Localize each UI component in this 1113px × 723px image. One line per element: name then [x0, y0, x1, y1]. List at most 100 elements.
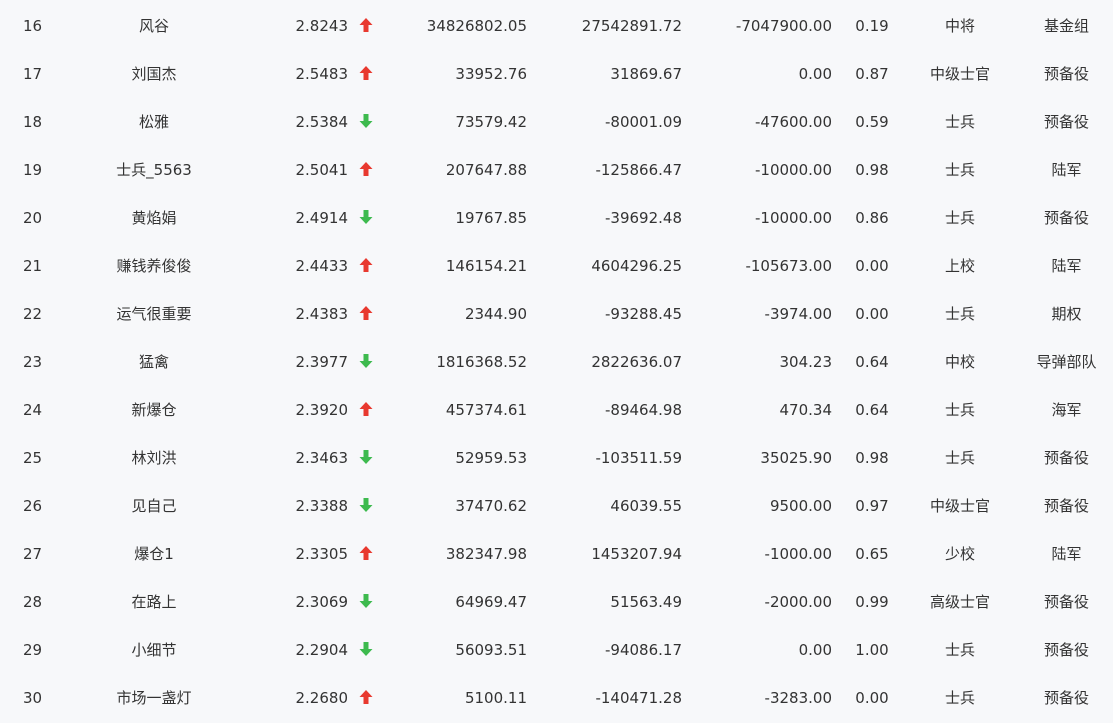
group-cell: 基金组 [1043, 17, 1089, 35]
value-1-cell: 5100.11 [464, 689, 527, 707]
value-1-cell: 19767.85 [455, 209, 527, 227]
name-cell: 猛禽 [138, 353, 169, 371]
value-3-cell: 35025.90 [760, 449, 832, 467]
score-cell: 2.4383 [295, 305, 349, 323]
table-row[interactable]: 30 市场一盏灯 2.2680 5100.11 -140471.28 -3283.00 0.… [0, 674, 1113, 722]
ratio-cell: 0.64 [855, 353, 889, 371]
arrow-up-icon [359, 65, 373, 80]
name-cell: 市场一盏灯 [116, 689, 192, 707]
score-cell: 2.2680 [295, 689, 349, 707]
ratio-cell: 0.00 [855, 257, 889, 275]
value-1-cell: 457374.61 [445, 401, 527, 419]
rank-cell: 17 [22, 65, 43, 83]
value-2-cell: 4604296.25 [591, 257, 682, 275]
value-3-cell: 304.23 [779, 353, 833, 371]
level-cell: 士兵 [944, 305, 975, 323]
group-cell: 期权 [1051, 305, 1082, 323]
table-row[interactable]: 18 松雅 2.5384 73579.42 -80001.09 -47600.00 0.59… [0, 98, 1113, 146]
table-row[interactable]: 17 刘国杰 2.5483 33952.76 31869.67 0.00 0.87 中级士官 预… [0, 50, 1113, 98]
rank-cell: 22 [22, 305, 43, 323]
name-cell: 赚钱养俊俊 [116, 257, 192, 275]
ratio-cell: 0.99 [855, 593, 889, 611]
name-cell: 士兵_5563 [116, 161, 192, 179]
trend-cell [356, 674, 376, 722]
level-cell: 中级士官 [929, 65, 990, 83]
rank-cell: 21 [22, 257, 43, 275]
name-cell: 林刘洪 [131, 449, 177, 467]
table-row[interactable]: 28 在路上 2.3069 64969.47 51563.49 -2000.00 0.99 高… [0, 578, 1113, 626]
table-row[interactable]: 19 士兵_5563 2.5041 207647.88 -125866.47 -10000… [0, 146, 1113, 194]
group-cell: 预备役 [1043, 65, 1089, 83]
rank-cell: 24 [22, 401, 43, 419]
value-1-cell: 37470.62 [455, 497, 527, 515]
trend-cell [356, 626, 376, 674]
trend-cell [356, 290, 376, 338]
trend-cell [356, 338, 376, 386]
value-1-cell: 382347.98 [445, 545, 527, 563]
arrow-down-icon [359, 209, 373, 224]
level-cell: 士兵 [944, 641, 975, 659]
table-row[interactable]: 25 林刘洪 2.3463 52959.53 -103511.59 35025.90 0.9… [0, 434, 1113, 482]
level-cell: 士兵 [944, 161, 975, 179]
trend-cell [356, 482, 376, 530]
value-1-cell: 33952.76 [455, 65, 527, 83]
table-row[interactable]: 29 小细节 2.2904 56093.51 -94086.17 0.00 1.00 士兵 预备… [0, 626, 1113, 674]
name-cell: 风谷 [138, 17, 169, 35]
level-cell: 中级士官 [929, 497, 990, 515]
arrow-down-icon [359, 497, 373, 512]
value-3-cell: 0.00 [798, 641, 832, 659]
trend-cell [356, 146, 376, 194]
table-row[interactable]: 21 赚钱养俊俊 2.4433 146154.21 4604296.25 -105673.… [0, 242, 1113, 290]
level-cell: 少校 [944, 545, 975, 563]
arrow-up-icon [359, 401, 373, 416]
group-cell: 预备役 [1043, 449, 1089, 467]
name-cell: 见自己 [131, 497, 177, 515]
group-cell: 预备役 [1043, 689, 1089, 707]
value-2-cell: 46039.55 [610, 497, 682, 515]
arrow-up-icon [359, 257, 373, 272]
value-2-cell: -89464.98 [605, 401, 682, 419]
value-2-cell: 2822636.07 [591, 353, 682, 371]
group-cell: 预备役 [1043, 497, 1089, 515]
value-1-cell: 52959.53 [455, 449, 527, 467]
score-cell: 2.3920 [295, 401, 349, 419]
table-row[interactable]: 22 运气很重要 2.4383 2344.90 -93288.45 -3974.00 0.0… [0, 290, 1113, 338]
table-row[interactable]: 24 新爆仓 2.3920 457374.61 -89464.98 470.34 0.64 士… [0, 386, 1113, 434]
value-3-cell: -105673.00 [745, 257, 832, 275]
score-cell: 2.4914 [295, 209, 349, 227]
level-cell: 中将 [944, 17, 975, 35]
value-2-cell: -93288.45 [605, 305, 682, 323]
arrow-down-icon [359, 113, 373, 128]
value-2-cell: 31869.67 [610, 65, 682, 83]
arrow-up-icon [359, 17, 373, 32]
group-cell: 陆军 [1051, 545, 1082, 563]
trend-cell [356, 242, 376, 290]
arrow-up-icon [359, 305, 373, 320]
ranking-table: 16 风谷 2.8243 34826802.05 27542891.72 -7047900… [0, 0, 1113, 723]
ratio-cell: 0.97 [855, 497, 889, 515]
arrow-down-icon [359, 641, 373, 656]
arrow-up-icon [359, 545, 373, 560]
table-row[interactable]: 16 风谷 2.8243 34826802.05 27542891.72 -7047900… [0, 2, 1113, 50]
table-row[interactable]: 27 爆仓1 2.3305 382347.98 1453207.94 -1000.00 0.… [0, 530, 1113, 578]
trend-cell [356, 98, 376, 146]
level-cell: 士兵 [944, 689, 975, 707]
rank-cell: 23 [22, 353, 43, 371]
trend-cell [356, 2, 376, 50]
value-3-cell: -7047900.00 [735, 17, 832, 35]
level-cell: 士兵 [944, 209, 975, 227]
rank-cell: 29 [22, 641, 43, 659]
group-cell: 导弹部队 [1036, 353, 1097, 371]
value-3-cell: -1000.00 [764, 545, 832, 563]
trend-cell [356, 530, 376, 578]
table-row[interactable]: 26 见自己 2.3388 37470.62 46039.55 9500.00 0.97 中级… [0, 482, 1113, 530]
value-3-cell: -3283.00 [764, 689, 832, 707]
table-row[interactable]: 20 黄焰娟 2.4914 19767.85 -39692.48 -10000.00 0.8… [0, 194, 1113, 242]
value-2-cell: 51563.49 [610, 593, 682, 611]
score-cell: 2.5483 [295, 65, 349, 83]
level-cell: 士兵 [944, 113, 975, 131]
ratio-cell: 0.00 [855, 305, 889, 323]
ratio-cell: 0.59 [855, 113, 889, 131]
rank-cell: 16 [22, 17, 43, 35]
table-row[interactable]: 23 猛禽 2.3977 1816368.52 2822636.07 304.23 0.64… [0, 338, 1113, 386]
